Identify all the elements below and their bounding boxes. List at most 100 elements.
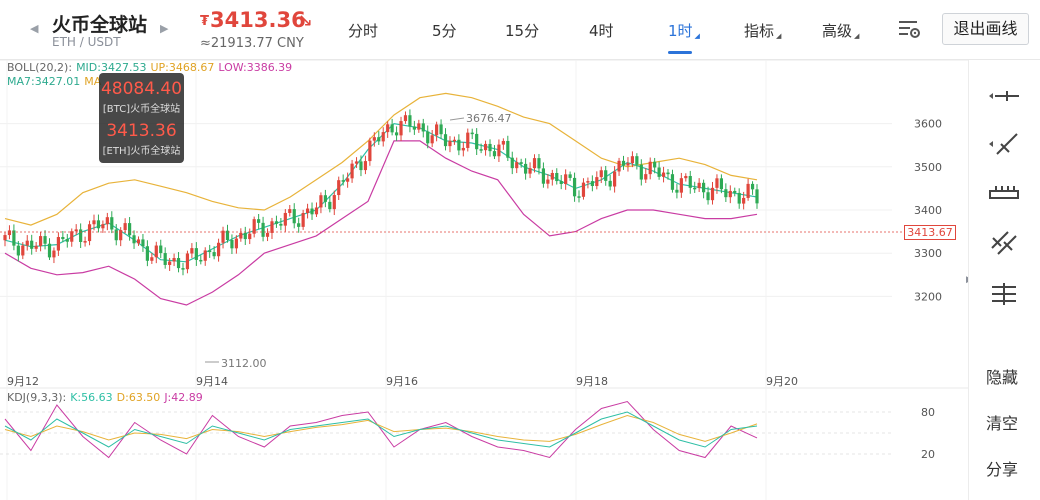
candle-body: [283, 212, 287, 226]
tab-4hour[interactable]: 4时: [589, 20, 614, 41]
candle-body: [443, 134, 448, 147]
candle-body: [12, 230, 16, 246]
ma-legend: MA7:3427.01 MA: [7, 75, 105, 88]
tab-timeshare[interactable]: 分时: [348, 20, 378, 41]
candle-body: [555, 172, 559, 182]
candle-body: [305, 208, 310, 214]
candle-body: [194, 248, 198, 260]
active-tab-underline: [668, 51, 692, 54]
candle-body: [661, 172, 666, 177]
parallel-lines-icon[interactable]: [987, 228, 1021, 256]
candle-body: [30, 240, 34, 249]
share-button[interactable]: 分享: [986, 456, 1018, 480]
candle-body: [372, 137, 376, 141]
candle-body: [136, 239, 141, 244]
tab-5min[interactable]: 5分: [432, 20, 457, 41]
drawing-toolbar: 隐藏 清空 分享: [968, 60, 1040, 500]
candle-body: [448, 140, 452, 147]
candle-body: [541, 168, 546, 184]
candle-body: [341, 180, 345, 182]
candle-body: [199, 259, 203, 262]
x-tick-label: 9月20: [766, 375, 798, 388]
candle-body: [74, 229, 78, 232]
candle-body: [261, 222, 265, 237]
candle-body: [497, 144, 501, 157]
candle-body: [328, 201, 332, 210]
tab-label: 4时: [589, 22, 614, 40]
next-pair-icon[interactable]: ▶: [160, 22, 168, 35]
candle-body: [310, 208, 314, 215]
candle-body: [506, 140, 510, 158]
price-box: ₮3413.36 ↘ ≈21913.77 CNY: [200, 8, 313, 51]
x-tick-label: 9月18: [576, 375, 608, 388]
candle-body: [243, 232, 247, 240]
candle-body: [742, 197, 746, 204]
candle-body: [666, 172, 670, 175]
candle-body: [688, 175, 692, 188]
candle-body: [524, 163, 528, 174]
tab-15min[interactable]: 15分: [505, 20, 539, 41]
chart-settings-icon[interactable]: [896, 16, 922, 42]
candle-body: [314, 207, 319, 215]
hide-button[interactable]: 隐藏: [986, 364, 1018, 388]
pair-title: 火币全球站: [52, 14, 148, 36]
candle-body: [719, 178, 724, 190]
tab-label: 高级: [822, 22, 853, 40]
candle-body: [586, 181, 590, 183]
current-price-tag: 3413.67: [904, 225, 956, 240]
candle-body: [323, 195, 327, 202]
price-value: 3413.36: [210, 8, 306, 32]
candle-body: [123, 223, 127, 231]
candle-body: [114, 229, 118, 241]
exit-drawing-button[interactable]: 退出画线: [942, 13, 1029, 45]
candle-body: [528, 168, 532, 174]
candle-body: [132, 235, 136, 244]
tab-label: 指标: [744, 22, 775, 40]
candle-body: [546, 179, 550, 184]
candle-body: [537, 158, 541, 169]
candle-body: [470, 132, 474, 135]
channel-lines-icon[interactable]: [987, 280, 1021, 308]
candle-body: [386, 124, 390, 133]
candle-body: [702, 182, 706, 193]
candle-body: [457, 139, 461, 151]
candle-body: [234, 238, 238, 249]
candle-body: [626, 163, 630, 166]
btc-price: 48084.40: [100, 79, 183, 99]
tab-label: 5分: [432, 22, 457, 40]
kdj-j-line: [4, 400, 758, 459]
tab-1hour[interactable]: 1时 ◢: [668, 20, 700, 41]
candle-body: [510, 157, 514, 169]
candle-body: [675, 189, 679, 193]
candle-body: [301, 213, 305, 227]
candle-body: [79, 229, 83, 242]
candle-body: [145, 246, 149, 261]
boll-low: LOW:3386.39: [218, 61, 293, 74]
horizontal-line-icon[interactable]: [987, 82, 1021, 110]
candle-body: [141, 239, 145, 247]
candle-body: [501, 140, 505, 145]
tab-indicators[interactable]: 指标 ◢: [744, 20, 781, 41]
y-tick-label: 3200: [914, 290, 942, 303]
candle-body: [7, 230, 12, 236]
candle-body: [639, 164, 643, 180]
candle-body: [368, 140, 372, 162]
trend-line-icon[interactable]: [987, 130, 1021, 158]
candle-body: [248, 233, 252, 240]
tab-advanced[interactable]: 高级 ◢: [822, 20, 859, 41]
candle-body: [25, 240, 29, 246]
price-cny: ≈21913.77 CNY: [200, 36, 304, 51]
candle-body: [710, 187, 715, 201]
candle-body: [390, 124, 394, 133]
candle-body: [532, 158, 537, 169]
compare-tooltip: 48084.40 [BTC]火币全球站 3413.36 [ETH]火币全球站: [99, 73, 184, 163]
prev-pair-icon[interactable]: ◀: [30, 22, 38, 35]
candle-body: [693, 187, 697, 190]
candle-body: [608, 180, 612, 187]
candle-body: [221, 230, 225, 243]
ruler-icon[interactable]: [987, 178, 1021, 206]
clear-button[interactable]: 清空: [986, 410, 1018, 434]
kdj-tick-label: 80: [921, 406, 935, 419]
candle-body: [159, 245, 163, 254]
y-tick-label: 3300: [914, 247, 942, 260]
